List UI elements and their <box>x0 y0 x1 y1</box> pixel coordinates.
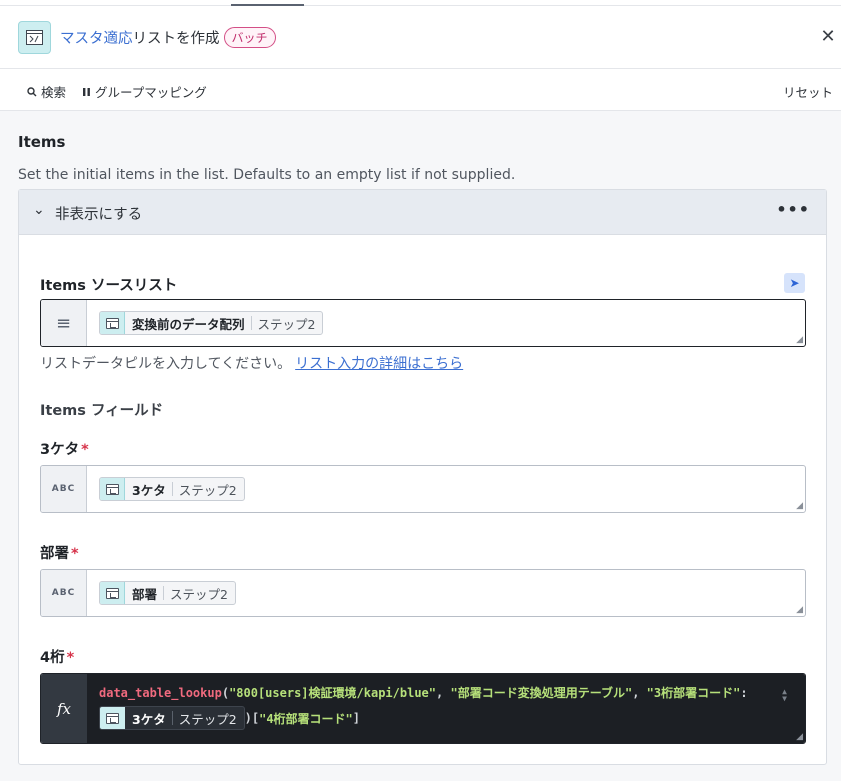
formula-separator: , <box>436 686 451 700</box>
required-mark: * <box>66 650 75 666</box>
pill-app-icon <box>100 478 125 500</box>
search-label: 検索 <box>41 85 67 100</box>
search-icon <box>27 86 37 96</box>
field-input-busho[interactable]: ABC 部署 ステップ2 ◢ <box>40 569 806 617</box>
field-label-text: 部署 <box>40 546 69 562</box>
text-type-icon: ABC <box>41 466 87 512</box>
formula-paren: ( <box>221 686 230 700</box>
resize-handle[interactable]: ◢ <box>796 732 803 742</box>
pill-name: 部署 <box>132 586 158 602</box>
pill-name: 変換前のデータ配列 <box>132 316 245 332</box>
formula-icon: fx <box>41 674 87 743</box>
field-label-text: 3ケタ <box>40 442 80 458</box>
main-content: Items Set the initial items in the list.… <box>0 111 841 781</box>
formula-bracket: ] <box>352 711 361 725</box>
pill-app-icon <box>100 312 125 334</box>
formula-arg-key: "3桁部署コード" <box>646 686 741 700</box>
send-icon[interactable]: ➤ <box>784 273 805 293</box>
section-description: Set the initial items in the list. Defau… <box>18 167 516 183</box>
formula-line-1: data_table_lookup("800[users]検証環境/kapi/b… <box>99 684 793 701</box>
columns-icon <box>83 87 90 96</box>
pill-app-icon <box>100 582 125 604</box>
formula-separator: , <box>632 686 647 700</box>
formula-pill-3keta[interactable]: 3ケタ ステップ2 <box>99 706 245 730</box>
field-label-busho: 部署 * <box>40 542 79 563</box>
formula-arg-table: "800[users]検証環境/kapi/blue" <box>229 686 437 700</box>
formula-bracket: )[ <box>244 711 260 725</box>
group-mapping-label: グループマッピング <box>95 85 207 100</box>
pill-name: 3ケタ <box>132 482 166 498</box>
formula-colon: : <box>740 686 748 700</box>
resize-handle[interactable]: ◢ <box>796 335 803 345</box>
batch-badge: バッチ <box>223 27 276 48</box>
formula-arg-name: "部署コード変換処理用テーブル" <box>450 686 633 700</box>
field-label-3keta: 3ケタ * <box>40 438 89 459</box>
pill-step: ステップ2 <box>171 711 244 727</box>
source-list-input[interactable]: ≡ 変換前のデータ配列 ステップ2 ◢ <box>40 299 806 347</box>
required-mark: * <box>71 546 79 562</box>
field-label-text: 4桁 <box>40 650 65 666</box>
source-data-pill[interactable]: 変換前のデータ配列 ステップ2 <box>99 311 324 335</box>
close-icon[interactable]: ✕ <box>819 28 837 46</box>
list-icon: ≡ <box>41 300 87 346</box>
pill-step: ステップ2 <box>171 482 244 498</box>
resize-handle[interactable]: ◢ <box>796 501 803 511</box>
panel-toggle-label: 非表示にする <box>55 207 143 223</box>
more-icon[interactable]: ••• <box>776 200 810 219</box>
panel-toggle[interactable]: ⌄ 非表示にする ••• <box>19 190 826 235</box>
field-pill-3keta[interactable]: 3ケタ ステップ2 <box>99 477 245 501</box>
pill-step: ステップ2 <box>250 316 323 332</box>
items-fields-label: Items フィールド <box>40 403 164 419</box>
search-button[interactable]: 検索 <box>27 82 66 101</box>
dialog-header: マスタ適応 リストを作成 バッチ ✕ <box>0 6 841 69</box>
formula-function: data_table_lookup <box>99 686 222 700</box>
formula-line-2: 3ケタ ステップ2 )["4桁部署コード"] <box>99 706 793 730</box>
group-mapping-button[interactable]: グループマッピング <box>82 82 207 101</box>
field-label-4keta: 4桁 * <box>40 646 74 667</box>
list-action-icon <box>18 21 51 54</box>
hint-text: リストデータピルを入力してください。 <box>40 356 292 372</box>
section-title: Items <box>18 133 66 151</box>
reset-button[interactable]: リセット <box>783 82 833 101</box>
pill-step: ステップ2 <box>163 586 235 602</box>
text-type-icon: ABC <box>41 570 87 616</box>
field-input-3keta[interactable]: ABC 3ケタ ステップ2 ◢ <box>40 465 806 513</box>
source-list-label: Items ソースリスト <box>40 278 178 294</box>
formula-input-4keta[interactable]: fx data_table_lookup("800[users]検証環境/kap… <box>40 673 806 744</box>
scroll-arrows-icon[interactable]: ▲ ▼ <box>782 688 787 703</box>
dialog-title: マスタ適応 リストを作成 バッチ <box>60 27 276 48</box>
chevron-down-icon: ⌄ <box>33 202 45 218</box>
pill-app-icon <box>100 707 125 729</box>
field-pill-busho[interactable]: 部署 ステップ2 <box>99 581 236 605</box>
title-action: リストを作成 <box>132 31 220 47</box>
required-mark: * <box>81 442 89 458</box>
toolbar: 検索 グループマッピング リセット <box>0 70 841 111</box>
pill-name: 3ケタ <box>132 711 166 727</box>
items-panel: ⌄ 非表示にする ••• Items ソースリスト ➤ ≡ 変換前のデータ配列 … <box>18 189 827 765</box>
resize-handle[interactable]: ◢ <box>796 605 803 615</box>
title-app-link[interactable]: マスタ適応 <box>60 27 133 48</box>
formula-key: "4桁部署コード" <box>259 711 353 726</box>
formula-editor[interactable]: data_table_lookup("800[users]検証環境/kapi/b… <box>87 674 805 743</box>
hint-link[interactable]: リスト入力の詳細はこちら <box>295 356 463 372</box>
source-list-hint: リストデータピルを入力してください。 リスト入力の詳細はこちら <box>40 353 463 373</box>
